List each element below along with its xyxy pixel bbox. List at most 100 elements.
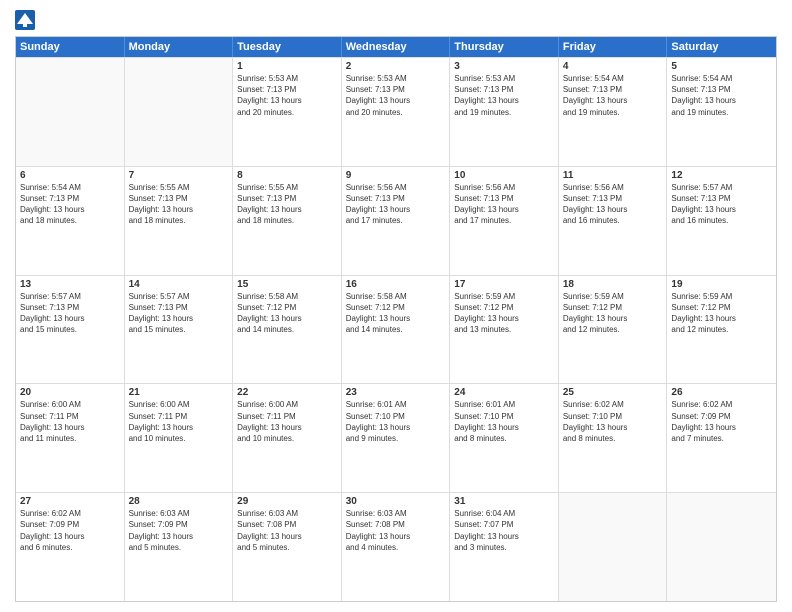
calendar-cell: 24Sunrise: 6:01 AM Sunset: 7:10 PM Dayli… — [450, 384, 559, 492]
day-number: 20 — [20, 387, 120, 398]
day-info: Sunrise: 6:04 AM Sunset: 7:07 PM Dayligh… — [454, 508, 554, 553]
calendar-cell: 15Sunrise: 5:58 AM Sunset: 7:12 PM Dayli… — [233, 276, 342, 384]
calendar-cell — [559, 493, 668, 601]
calendar-cell: 14Sunrise: 5:57 AM Sunset: 7:13 PM Dayli… — [125, 276, 234, 384]
day-info: Sunrise: 5:56 AM Sunset: 7:13 PM Dayligh… — [563, 182, 663, 227]
day-info: Sunrise: 5:56 AM Sunset: 7:13 PM Dayligh… — [346, 182, 446, 227]
day-info: Sunrise: 5:57 AM Sunset: 7:13 PM Dayligh… — [20, 291, 120, 336]
day-number: 17 — [454, 279, 554, 290]
calendar-body: 1Sunrise: 5:53 AM Sunset: 7:13 PM Daylig… — [16, 57, 776, 601]
calendar-cell: 10Sunrise: 5:56 AM Sunset: 7:13 PM Dayli… — [450, 167, 559, 275]
calendar-cell: 21Sunrise: 6:00 AM Sunset: 7:11 PM Dayli… — [125, 384, 234, 492]
calendar-cell: 1Sunrise: 5:53 AM Sunset: 7:13 PM Daylig… — [233, 58, 342, 166]
page-header — [15, 10, 777, 30]
calendar-cell: 7Sunrise: 5:55 AM Sunset: 7:13 PM Daylig… — [125, 167, 234, 275]
day-number: 28 — [129, 496, 229, 507]
calendar-cell: 20Sunrise: 6:00 AM Sunset: 7:11 PM Dayli… — [16, 384, 125, 492]
day-number: 30 — [346, 496, 446, 507]
day-number: 27 — [20, 496, 120, 507]
calendar-row: 1Sunrise: 5:53 AM Sunset: 7:13 PM Daylig… — [16, 57, 776, 166]
weekday-header: Friday — [559, 37, 668, 57]
calendar-cell: 3Sunrise: 5:53 AM Sunset: 7:13 PM Daylig… — [450, 58, 559, 166]
calendar-cell: 13Sunrise: 5:57 AM Sunset: 7:13 PM Dayli… — [16, 276, 125, 384]
day-info: Sunrise: 5:57 AM Sunset: 7:13 PM Dayligh… — [671, 182, 772, 227]
calendar-cell: 12Sunrise: 5:57 AM Sunset: 7:13 PM Dayli… — [667, 167, 776, 275]
day-info: Sunrise: 6:03 AM Sunset: 7:09 PM Dayligh… — [129, 508, 229, 553]
weekday-header: Tuesday — [233, 37, 342, 57]
day-info: Sunrise: 6:00 AM Sunset: 7:11 PM Dayligh… — [129, 399, 229, 444]
day-number: 9 — [346, 170, 446, 181]
calendar-cell: 11Sunrise: 5:56 AM Sunset: 7:13 PM Dayli… — [559, 167, 668, 275]
calendar-cell: 5Sunrise: 5:54 AM Sunset: 7:13 PM Daylig… — [667, 58, 776, 166]
weekday-header: Monday — [125, 37, 234, 57]
calendar-cell: 17Sunrise: 5:59 AM Sunset: 7:12 PM Dayli… — [450, 276, 559, 384]
day-number: 24 — [454, 387, 554, 398]
calendar-row: 27Sunrise: 6:02 AM Sunset: 7:09 PM Dayli… — [16, 492, 776, 601]
day-number: 29 — [237, 496, 337, 507]
calendar-cell: 9Sunrise: 5:56 AM Sunset: 7:13 PM Daylig… — [342, 167, 451, 275]
day-info: Sunrise: 5:54 AM Sunset: 7:13 PM Dayligh… — [563, 73, 663, 118]
day-number: 14 — [129, 279, 229, 290]
calendar-cell: 4Sunrise: 5:54 AM Sunset: 7:13 PM Daylig… — [559, 58, 668, 166]
calendar-cell: 30Sunrise: 6:03 AM Sunset: 7:08 PM Dayli… — [342, 493, 451, 601]
day-info: Sunrise: 5:54 AM Sunset: 7:13 PM Dayligh… — [671, 73, 772, 118]
day-info: Sunrise: 6:03 AM Sunset: 7:08 PM Dayligh… — [237, 508, 337, 553]
day-number: 18 — [563, 279, 663, 290]
calendar-cell: 27Sunrise: 6:02 AM Sunset: 7:09 PM Dayli… — [16, 493, 125, 601]
calendar-cell: 6Sunrise: 5:54 AM Sunset: 7:13 PM Daylig… — [16, 167, 125, 275]
calendar-cell: 23Sunrise: 6:01 AM Sunset: 7:10 PM Dayli… — [342, 384, 451, 492]
day-number: 11 — [563, 170, 663, 181]
day-info: Sunrise: 5:53 AM Sunset: 7:13 PM Dayligh… — [454, 73, 554, 118]
day-number: 2 — [346, 61, 446, 72]
day-info: Sunrise: 5:54 AM Sunset: 7:13 PM Dayligh… — [20, 182, 120, 227]
calendar: SundayMondayTuesdayWednesdayThursdayFrid… — [15, 36, 777, 602]
day-info: Sunrise: 6:00 AM Sunset: 7:11 PM Dayligh… — [20, 399, 120, 444]
weekday-header: Sunday — [16, 37, 125, 57]
day-info: Sunrise: 6:02 AM Sunset: 7:09 PM Dayligh… — [671, 399, 772, 444]
calendar-cell: 2Sunrise: 5:53 AM Sunset: 7:13 PM Daylig… — [342, 58, 451, 166]
day-number: 1 — [237, 61, 337, 72]
logo — [15, 10, 37, 30]
day-info: Sunrise: 5:59 AM Sunset: 7:12 PM Dayligh… — [454, 291, 554, 336]
calendar-row: 6Sunrise: 5:54 AM Sunset: 7:13 PM Daylig… — [16, 166, 776, 275]
day-number: 26 — [671, 387, 772, 398]
calendar-cell: 18Sunrise: 5:59 AM Sunset: 7:12 PM Dayli… — [559, 276, 668, 384]
calendar-cell — [16, 58, 125, 166]
day-info: Sunrise: 6:00 AM Sunset: 7:11 PM Dayligh… — [237, 399, 337, 444]
day-number: 21 — [129, 387, 229, 398]
day-number: 8 — [237, 170, 337, 181]
day-number: 12 — [671, 170, 772, 181]
day-info: Sunrise: 6:01 AM Sunset: 7:10 PM Dayligh… — [346, 399, 446, 444]
logo-icon — [15, 10, 35, 30]
calendar-cell — [667, 493, 776, 601]
calendar-cell: 16Sunrise: 5:58 AM Sunset: 7:12 PM Dayli… — [342, 276, 451, 384]
day-info: Sunrise: 5:53 AM Sunset: 7:13 PM Dayligh… — [346, 73, 446, 118]
day-number: 16 — [346, 279, 446, 290]
day-info: Sunrise: 5:55 AM Sunset: 7:13 PM Dayligh… — [237, 182, 337, 227]
day-number: 15 — [237, 279, 337, 290]
calendar-page: SundayMondayTuesdayWednesdayThursdayFrid… — [0, 0, 792, 612]
day-number: 5 — [671, 61, 772, 72]
day-number: 3 — [454, 61, 554, 72]
day-number: 22 — [237, 387, 337, 398]
day-info: Sunrise: 5:55 AM Sunset: 7:13 PM Dayligh… — [129, 182, 229, 227]
calendar-header: SundayMondayTuesdayWednesdayThursdayFrid… — [16, 37, 776, 57]
day-number: 4 — [563, 61, 663, 72]
calendar-cell: 19Sunrise: 5:59 AM Sunset: 7:12 PM Dayli… — [667, 276, 776, 384]
day-info: Sunrise: 5:53 AM Sunset: 7:13 PM Dayligh… — [237, 73, 337, 118]
day-number: 31 — [454, 496, 554, 507]
day-info: Sunrise: 6:02 AM Sunset: 7:09 PM Dayligh… — [20, 508, 120, 553]
day-number: 10 — [454, 170, 554, 181]
calendar-row: 13Sunrise: 5:57 AM Sunset: 7:13 PM Dayli… — [16, 275, 776, 384]
day-info: Sunrise: 5:58 AM Sunset: 7:12 PM Dayligh… — [346, 291, 446, 336]
day-info: Sunrise: 5:59 AM Sunset: 7:12 PM Dayligh… — [671, 291, 772, 336]
weekday-header: Saturday — [667, 37, 776, 57]
day-info: Sunrise: 5:58 AM Sunset: 7:12 PM Dayligh… — [237, 291, 337, 336]
calendar-cell: 29Sunrise: 6:03 AM Sunset: 7:08 PM Dayli… — [233, 493, 342, 601]
calendar-cell: 28Sunrise: 6:03 AM Sunset: 7:09 PM Dayli… — [125, 493, 234, 601]
calendar-cell: 31Sunrise: 6:04 AM Sunset: 7:07 PM Dayli… — [450, 493, 559, 601]
calendar-cell — [125, 58, 234, 166]
day-number: 7 — [129, 170, 229, 181]
calendar-cell: 22Sunrise: 6:00 AM Sunset: 7:11 PM Dayli… — [233, 384, 342, 492]
calendar-row: 20Sunrise: 6:00 AM Sunset: 7:11 PM Dayli… — [16, 383, 776, 492]
